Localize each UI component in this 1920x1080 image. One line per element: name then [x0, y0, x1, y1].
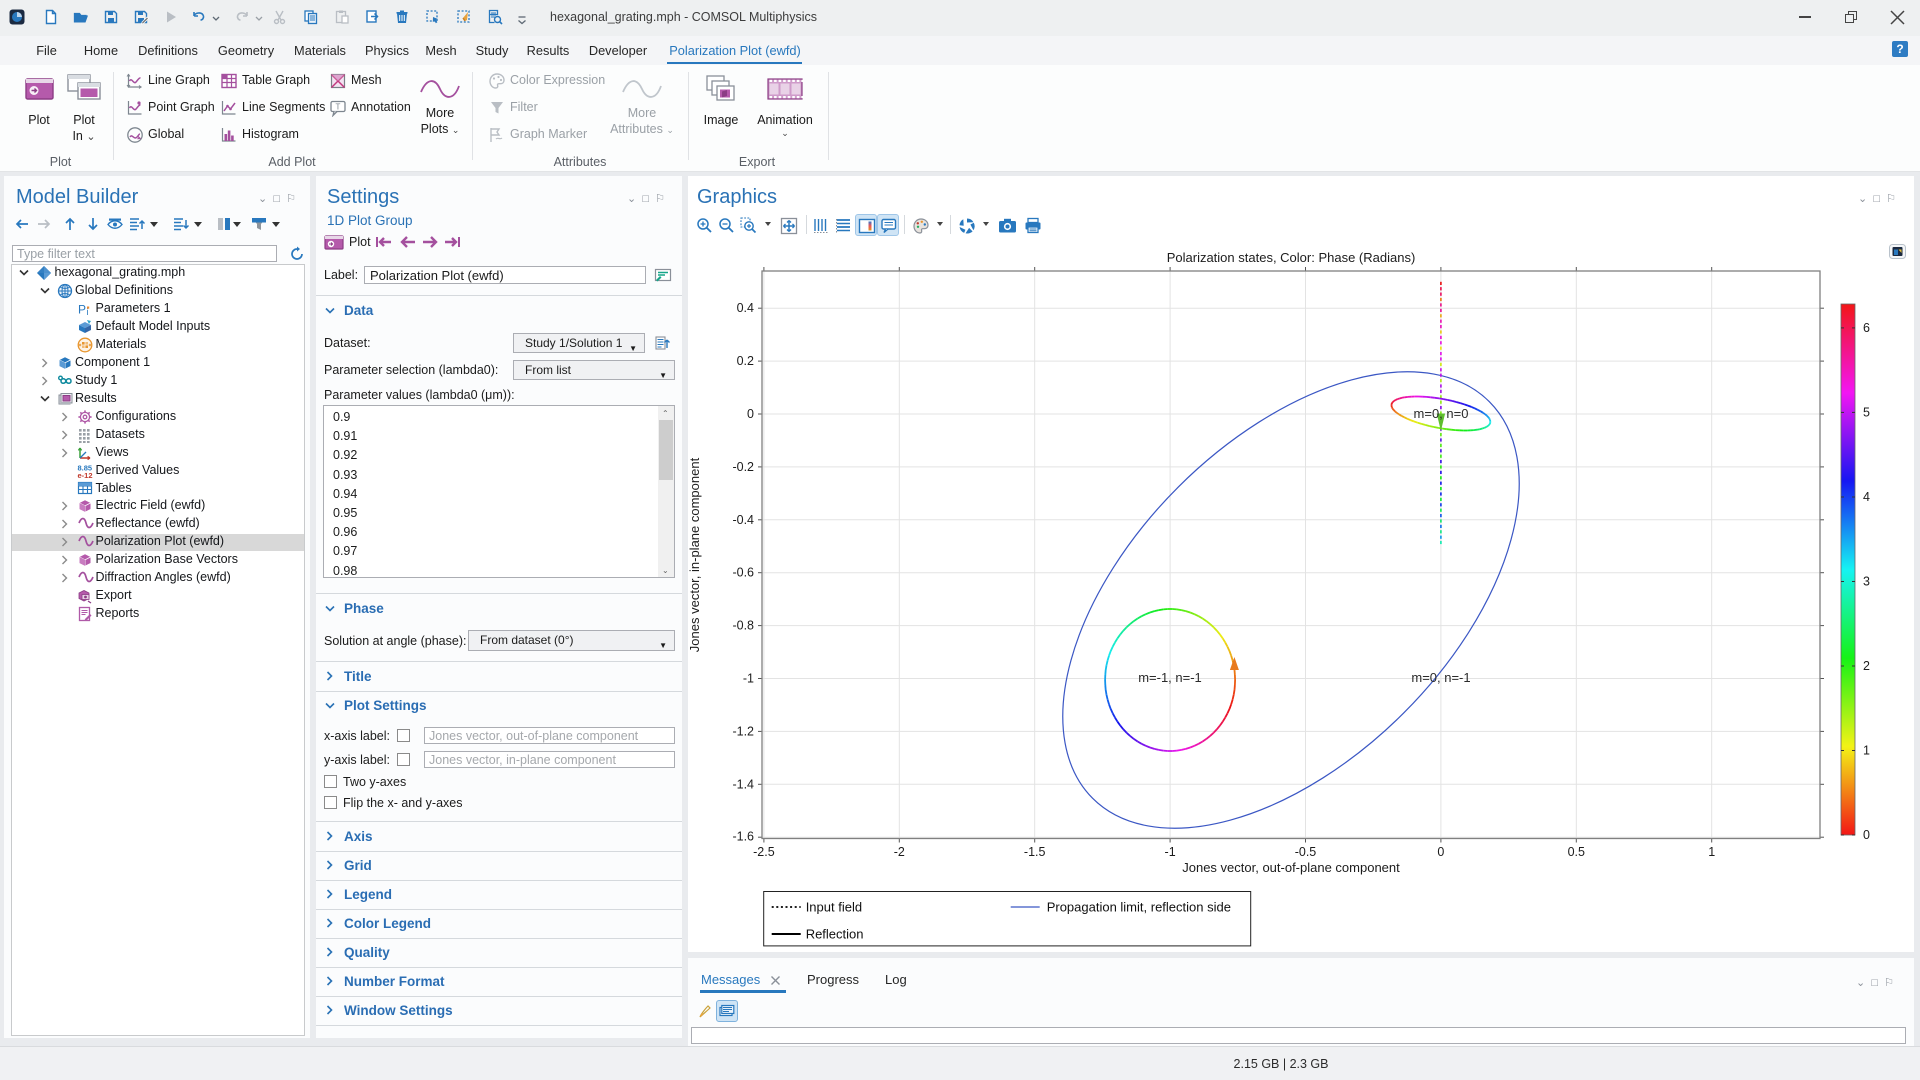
- svg-text:Jones vector, out-of-plane com: Jones vector, out-of-plane component: [1182, 860, 1400, 875]
- svg-text:P: P: [78, 303, 86, 317]
- svg-text:0.2: 0.2: [737, 354, 754, 368]
- svg-text:1: 1: [1708, 845, 1715, 859]
- svg-text:Jones vector, in-plane compone: Jones vector, in-plane component: [688, 457, 702, 652]
- svg-text:e-12: e-12: [78, 471, 93, 479]
- svg-text:-0.8: -0.8: [732, 619, 754, 633]
- svg-text:2: 2: [1863, 659, 1870, 673]
- svg-text:m=-1, n=-1: m=-1, n=-1: [1138, 670, 1202, 685]
- svg-text:Propagation limit, reflection: Propagation limit, reflection side: [1047, 900, 1231, 915]
- svg-text:m=0, n=-1: m=0, n=-1: [1411, 670, 1470, 685]
- svg-text:-1.2: -1.2: [732, 724, 754, 738]
- svg-text:Input field: Input field: [806, 900, 862, 915]
- svg-text:0: 0: [747, 407, 754, 421]
- svg-text:Polarization states, Color: Ph: Polarization states, Color: Phase (Radia…: [1167, 250, 1416, 265]
- svg-text:0: 0: [1437, 845, 1444, 859]
- svg-text:-1.5: -1.5: [1024, 845, 1046, 859]
- svg-text:-1: -1: [743, 672, 754, 686]
- svg-text:-0.4: -0.4: [732, 513, 754, 527]
- svg-text:0.5: 0.5: [1568, 845, 1585, 859]
- svg-text:-1.6: -1.6: [732, 830, 754, 844]
- svg-text:-1.4: -1.4: [732, 777, 754, 791]
- svg-text:0.4: 0.4: [737, 301, 754, 315]
- svg-text:3: 3: [1863, 575, 1870, 589]
- svg-text:T: T: [336, 103, 341, 112]
- svg-text:-0.6: -0.6: [732, 566, 754, 580]
- svg-text:-1: -1: [1165, 845, 1176, 859]
- svg-text:1: 1: [1863, 744, 1870, 758]
- svg-text:6: 6: [1863, 321, 1870, 335]
- svg-text:-0.2: -0.2: [732, 460, 754, 474]
- svg-text:-0.5: -0.5: [1295, 845, 1317, 859]
- svg-text:Reflection: Reflection: [806, 927, 864, 942]
- svg-text:0: 0: [1863, 828, 1870, 842]
- svg-text:-2.5: -2.5: [753, 845, 775, 859]
- svg-text:5: 5: [1863, 405, 1870, 419]
- svg-text:4: 4: [1863, 490, 1870, 504]
- svg-text:m=0, n=0: m=0, n=0: [1414, 406, 1469, 421]
- svg-text:-2: -2: [894, 845, 905, 859]
